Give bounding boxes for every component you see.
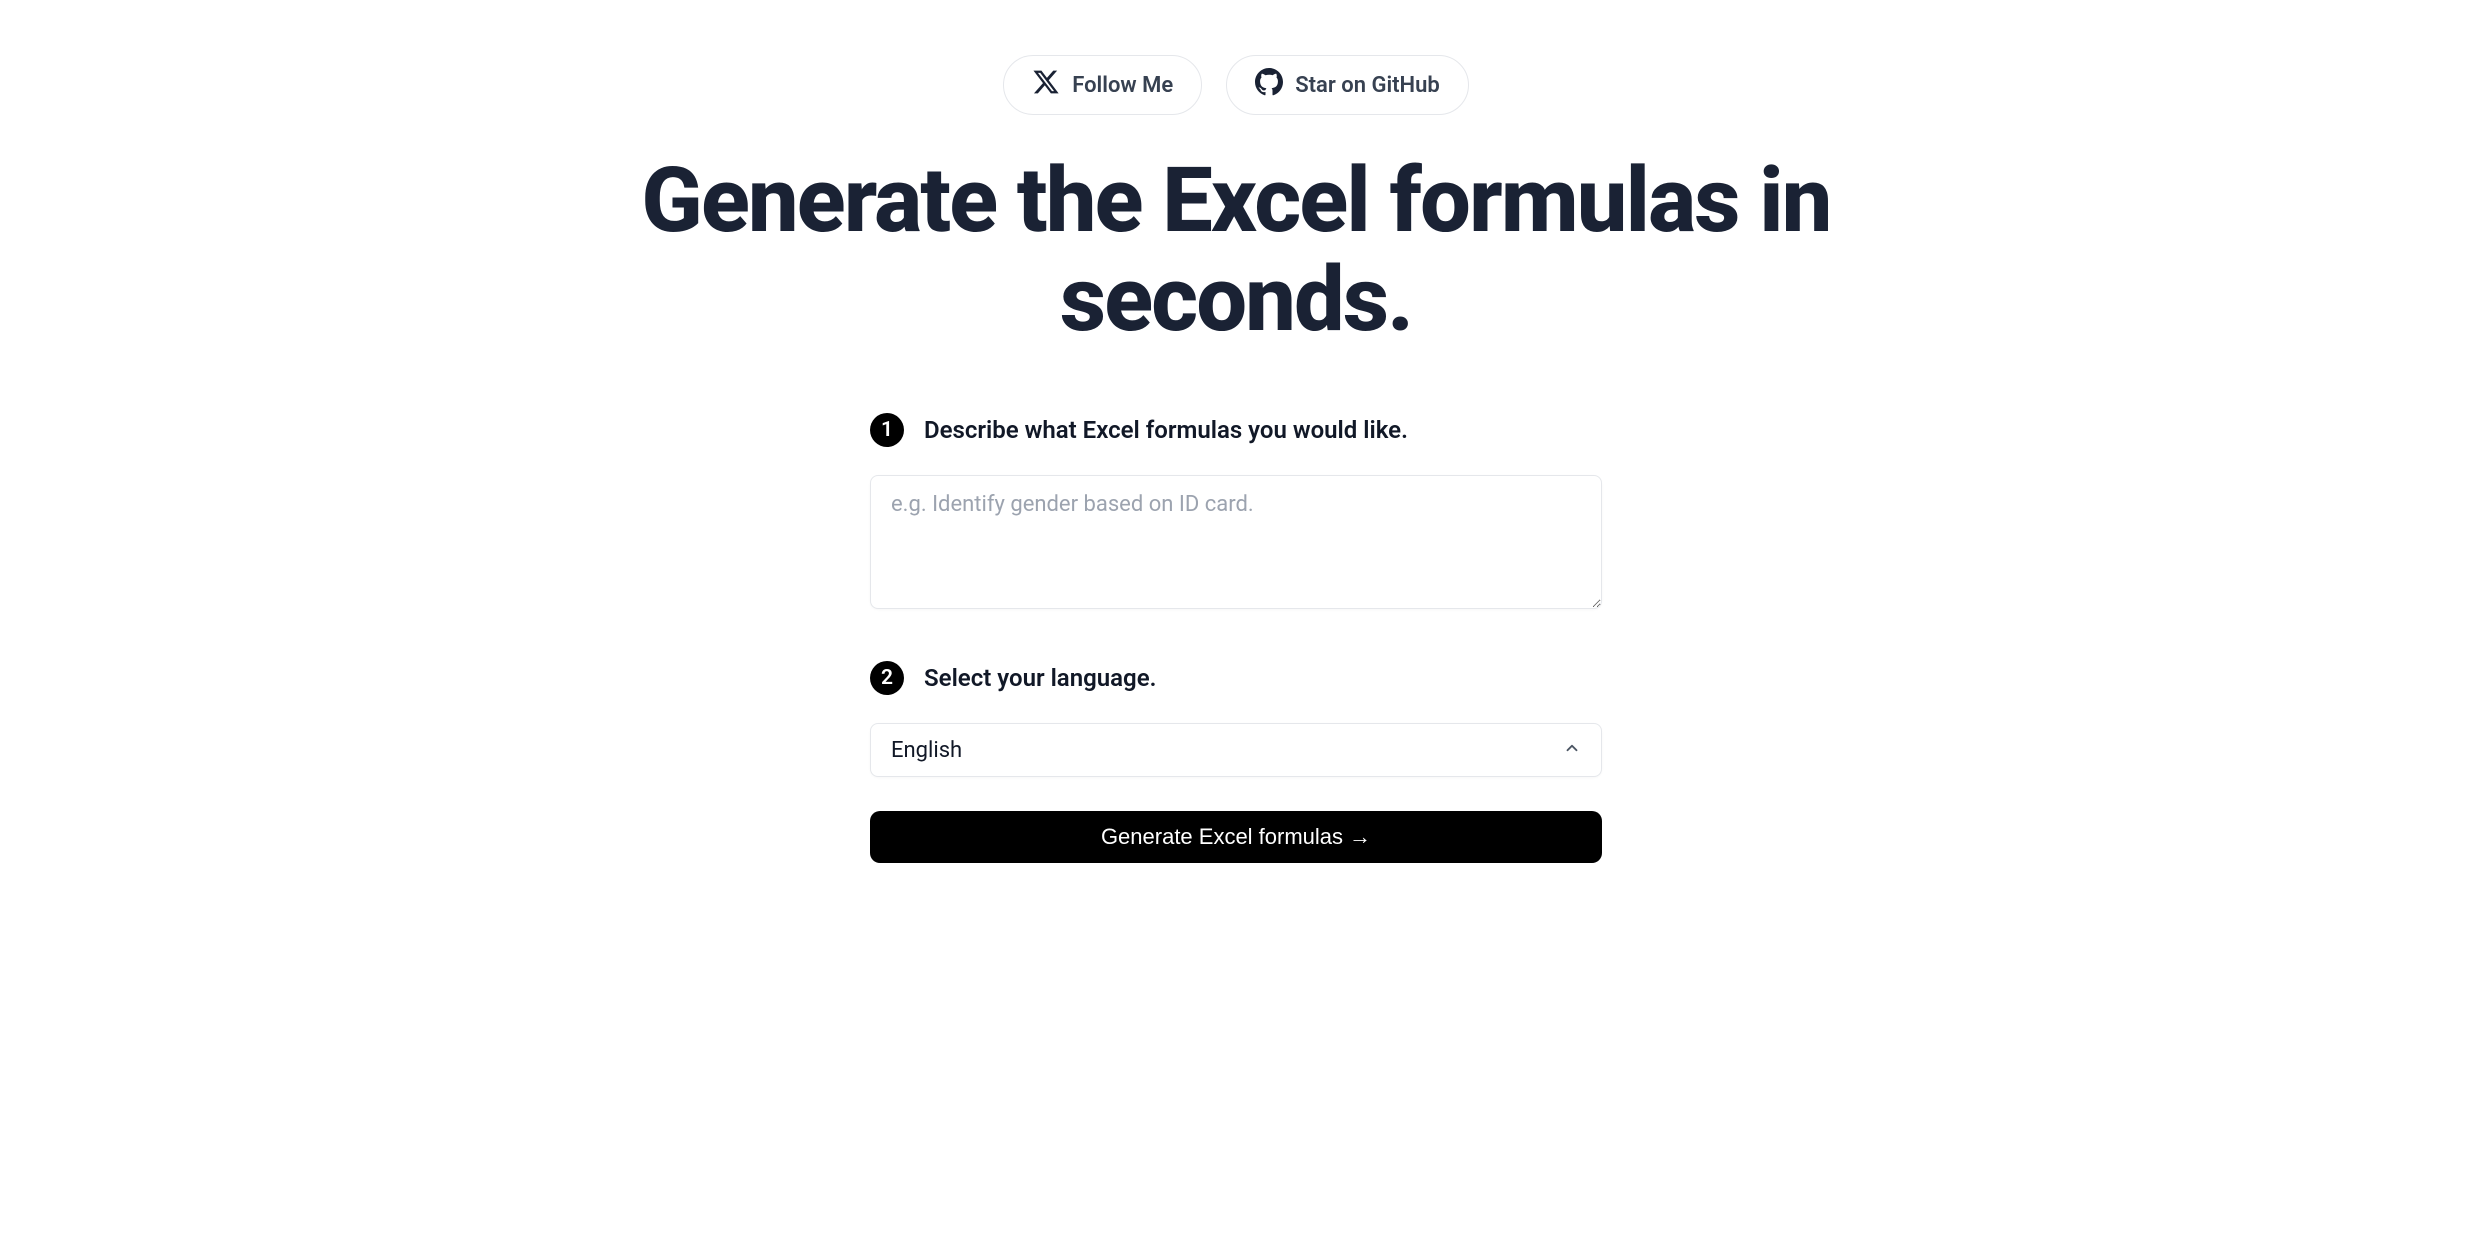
top-links: Follow Me Star on GitHub [1003, 55, 1469, 115]
star-github-label: Star on GitHub [1295, 73, 1440, 98]
step-two-label: 2 Select your language. [870, 661, 1602, 695]
language-select[interactable]: English [870, 723, 1602, 777]
github-icon [1255, 68, 1283, 102]
page-title: Generate the Excel formulas in seconds. [636, 151, 1836, 349]
arrow-right-icon: → [1349, 824, 1371, 850]
step-two-text: Select your language. [924, 664, 1156, 692]
step-one-number: 1 [870, 413, 904, 447]
language-selected-value: English [891, 738, 962, 763]
step-one-label: 1 Describe what Excel formulas you would… [870, 413, 1602, 447]
chevron-up-icon [1563, 738, 1581, 763]
follow-me-label: Follow Me [1072, 73, 1173, 98]
generate-button-label: Generate Excel formulas [1101, 824, 1343, 850]
formula-description-input[interactable] [870, 475, 1602, 609]
star-github-link[interactable]: Star on GitHub [1226, 55, 1469, 115]
step-two-number: 2 [870, 661, 904, 695]
x-icon [1032, 68, 1060, 102]
form-container: 1 Describe what Excel formulas you would… [870, 413, 1602, 863]
step-one-text: Describe what Excel formulas you would l… [924, 416, 1408, 444]
generate-button[interactable]: Generate Excel formulas → [870, 811, 1602, 863]
follow-me-link[interactable]: Follow Me [1003, 55, 1202, 115]
